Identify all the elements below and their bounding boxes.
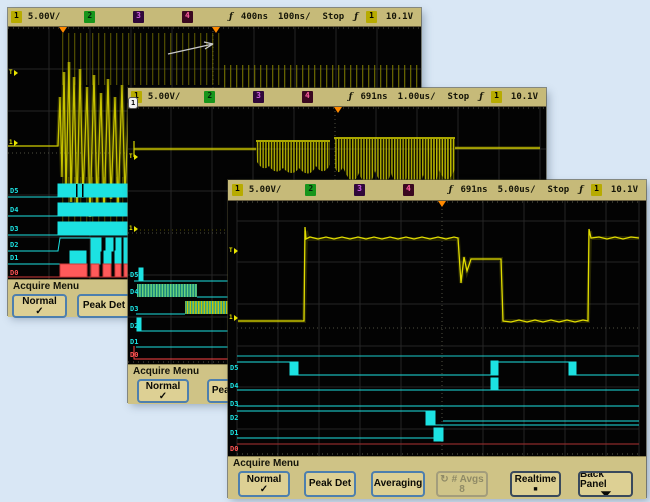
trigger-edge-icon: ƒ [579, 185, 583, 195]
digital-label-d0: D0 [10, 269, 18, 277]
channel-3-badge: 3 [253, 91, 264, 103]
trigger-level-marker[interactable]: T [229, 247, 238, 254]
channel-1-scale: 5.00V/ [28, 12, 61, 22]
channel-2-badge: 2 [305, 184, 316, 196]
scope2-status-bar: 1 5.00V/ 2 3 4 ƒ 691ns 1.00us/ Stop ƒ 1 … [128, 88, 546, 107]
trigger-position-marker[interactable] [59, 27, 67, 37]
channel-1-scale: 5.00V/ [148, 92, 181, 102]
check-icon: ✓ [260, 485, 268, 494]
scope3-display: T 1 D5 D4 D3 D2 D1 D0 [228, 201, 646, 456]
digital-trace-d0-red [134, 346, 240, 359]
timebase-readout: 1.00us/ [398, 92, 436, 102]
softkey-averaging[interactable]: Averaging [371, 471, 425, 497]
down-arrow-icon: ▼ [597, 490, 615, 498]
timebase-readout: 5.00us/ [498, 185, 536, 195]
channel-2-badge: 2 [204, 91, 215, 103]
timebase-readout: 100ns/ [278, 12, 311, 22]
channel-4-badge: 4 [302, 91, 313, 103]
trigger-source-badge: 1 [366, 11, 377, 23]
ch1-curtain-a [256, 142, 330, 174]
channel-1-ground-marker[interactable]: 1 [9, 139, 18, 146]
softkey-normal[interactable]: Normal ✓ [238, 471, 290, 497]
trigger-level-marker[interactable]: T [129, 153, 138, 160]
channel-1-scale: 5.00V/ [249, 185, 282, 195]
time-ref-icon: ƒ [449, 185, 453, 195]
run-state: Stop [448, 92, 470, 102]
delay-readout: 691ns [360, 92, 387, 102]
softkey-realtime[interactable]: Realtime ■ [510, 471, 561, 497]
digital-label-d1: D1 [230, 429, 238, 437]
digital-trace-d0-red [8, 264, 148, 277]
digital-label-d4: D4 [130, 288, 138, 296]
softkey-peak-det[interactable]: Peak Det [77, 294, 131, 318]
time-reference-marker [334, 107, 342, 117]
digital-label-d5: D5 [130, 271, 138, 279]
trigger-level-readout: 10.1V [511, 92, 538, 102]
channel-4-badge: 4 [403, 184, 414, 196]
menu-title: Acquire Menu [233, 458, 646, 469]
channel-1-ground-marker[interactable]: 1 [229, 314, 238, 321]
scope3-status-bar: 1 5.00V/ 2 3 4 ƒ 691ns 5.00us/ Stop ƒ 1 … [228, 180, 646, 201]
scope3-softkey-menu: Acquire Menu Normal ✓ Peak Det Averaging… [228, 456, 646, 499]
time-ref-icon: ƒ [349, 92, 353, 102]
channel-1-ground-marker[interactable]: 1 [129, 225, 138, 232]
channel-3-badge: 3 [354, 184, 365, 196]
channel-3-badge: 3 [133, 11, 144, 23]
trigger-edge-icon: ƒ [354, 12, 358, 22]
channel-1-badge: 1 [11, 11, 22, 23]
trigger-source-badge: 1 [491, 91, 502, 103]
softkey-normal[interactable]: Normal ✓ [137, 379, 189, 403]
digital-label-d3: D3 [230, 400, 238, 408]
digital-label-d3: D3 [10, 225, 18, 233]
digital-label-d1: D1 [10, 254, 18, 262]
time-reference-marker [212, 27, 220, 37]
digital-label-d5: D5 [10, 187, 18, 195]
digital-label-d2: D2 [230, 414, 238, 422]
digital-label-d2: D2 [130, 322, 138, 330]
avgs-count: 8 [459, 485, 465, 494]
trigger-level-readout: 10.1V [611, 185, 638, 195]
digital-label-d2: D2 [10, 241, 18, 249]
check-icon: ✓ [35, 307, 43, 316]
scope3-waveform-graphics [228, 201, 646, 456]
digital-label-d3: D3 [130, 305, 138, 313]
digital-label-d0: D0 [230, 445, 238, 453]
channel-1-badge: 1 [232, 184, 243, 196]
delay-readout: 400ns [241, 12, 268, 22]
checkbox-square-icon: ■ [533, 485, 537, 494]
digital-label-d1: D1 [130, 338, 138, 346]
window-1-badge: 1 [129, 98, 137, 108]
digital-label-d4: D4 [10, 206, 18, 214]
softkey-peak-det[interactable]: Peak Det [304, 471, 356, 497]
trigger-level-readout: 10.1V [386, 12, 413, 22]
digital-traces [237, 356, 639, 441]
digital-label-d4: D4 [230, 382, 238, 390]
run-state: Stop [548, 185, 570, 195]
digital-label-d0: D0 [130, 351, 138, 359]
check-icon: ✓ [159, 392, 167, 401]
ch1-trace [238, 227, 639, 322]
cycle-icon: ↻ [440, 475, 448, 485]
channel-2-badge: 2 [84, 11, 95, 23]
softkey-back-panel[interactable]: Back Panel ▼ [578, 471, 633, 497]
softkey-num-avgs: ↻ # Avgs 8 [436, 471, 488, 497]
digital-traces [134, 268, 240, 347]
digital-label-d5: D5 [230, 364, 238, 372]
time-ref-icon: ƒ [229, 12, 233, 22]
delay-readout: 691ns [460, 185, 487, 195]
time-reference-marker [438, 201, 446, 211]
run-state: Stop [323, 12, 345, 22]
softkey-normal[interactable]: Normal ✓ [12, 294, 67, 318]
trigger-source-badge: 1 [591, 184, 602, 196]
channel-4-badge: 4 [182, 11, 193, 23]
oscilloscope-window-3: 1 5.00V/ 2 3 4 ƒ 691ns 5.00us/ Stop ƒ 1 … [228, 180, 646, 497]
trigger-edge-icon: ƒ [479, 92, 483, 102]
scope1-status-bar: 1 5.00V/ 2 3 4 ƒ 400ns 100ns/ Stop ƒ 1 1… [8, 8, 421, 27]
trigger-level-marker[interactable]: T [9, 69, 18, 76]
desktop-background: 1 5.00V/ 2 3 4 ƒ 400ns 100ns/ Stop ƒ 1 1… [0, 0, 650, 502]
